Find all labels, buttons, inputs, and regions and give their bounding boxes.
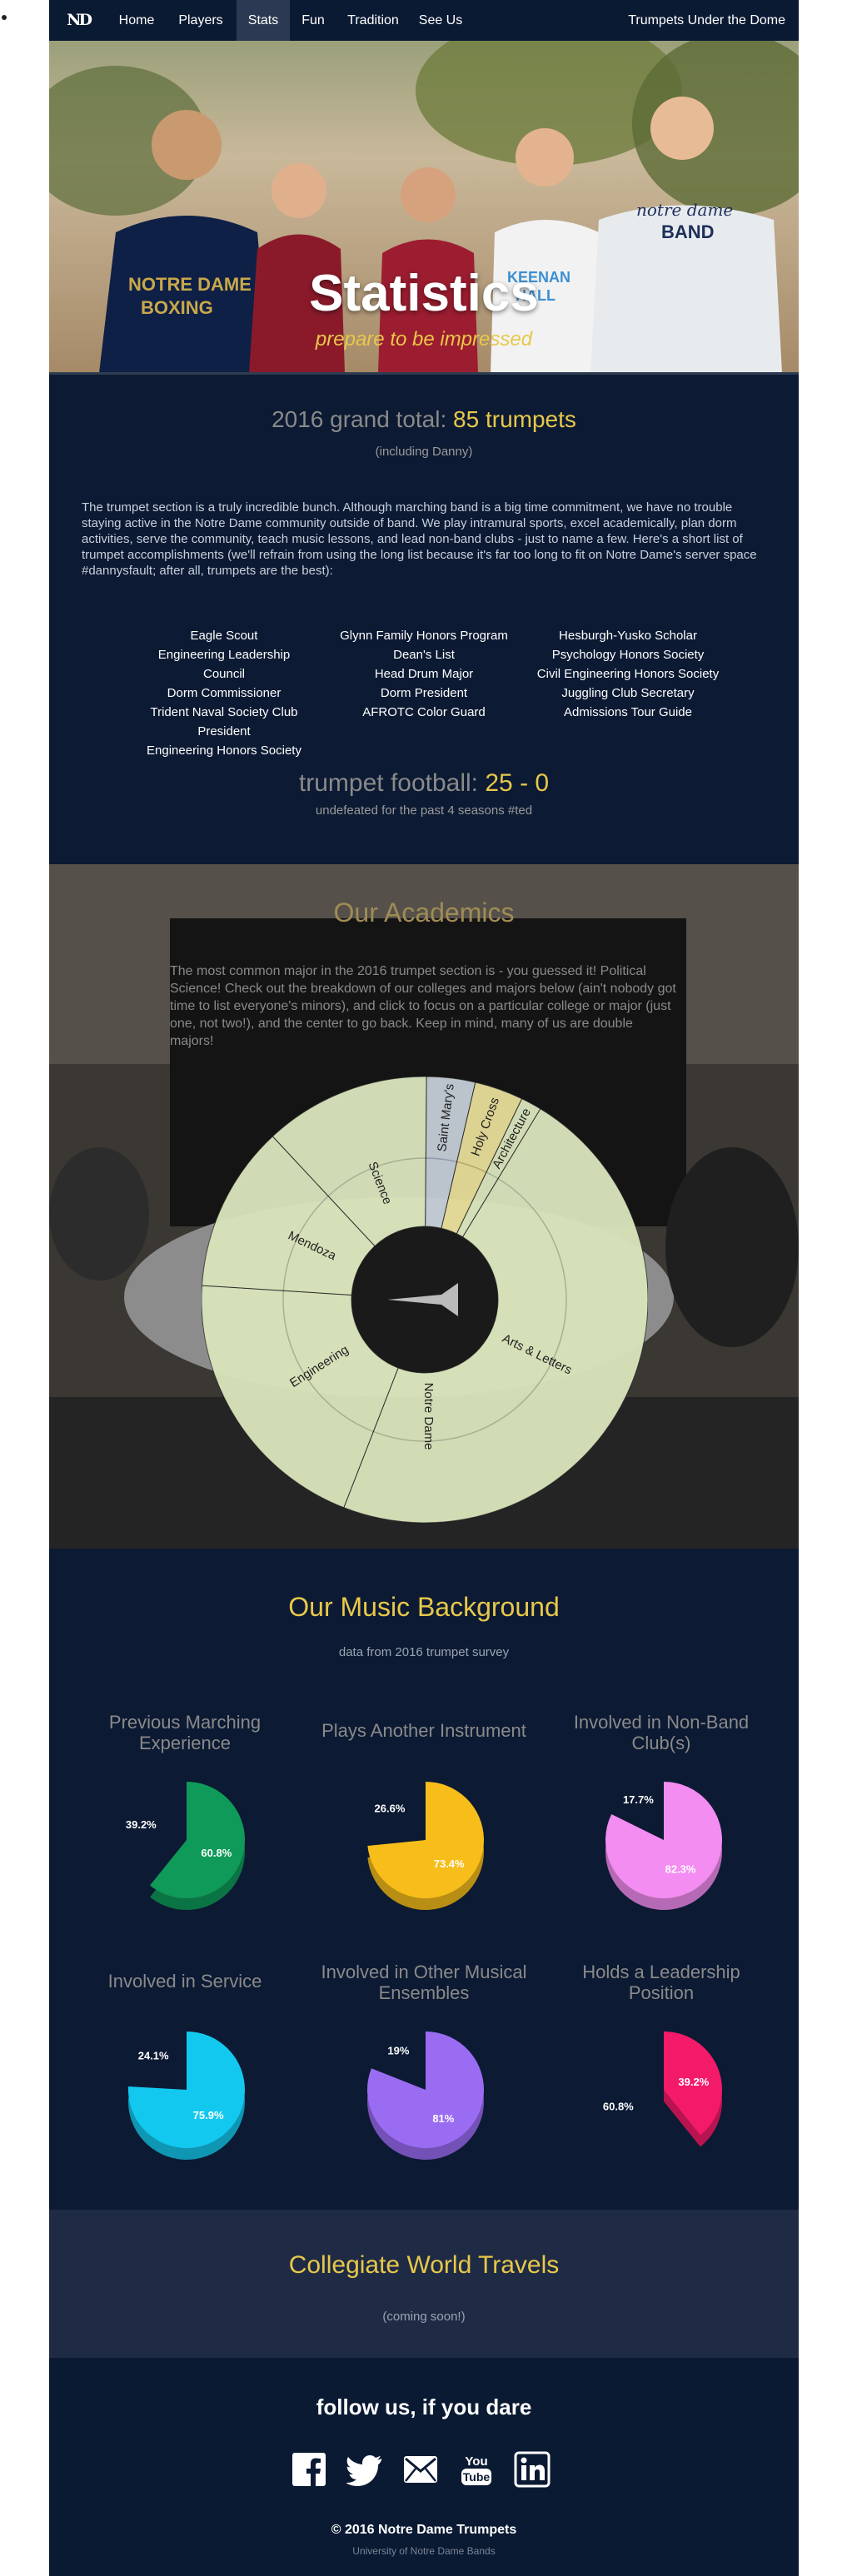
nav-fun[interactable]: Fun <box>291 0 336 41</box>
football-prefix: trumpet football: <box>298 769 486 797</box>
academics-title: Our Academics <box>333 898 515 927</box>
svg-text:BAND: BAND <box>661 221 715 242</box>
nav-tradition[interactable]: Tradition <box>336 0 410 41</box>
music-subtitle: data from 2016 trumpet survey <box>338 1645 510 1659</box>
pie-value-no: 39.2% <box>126 1818 157 1831</box>
nav-players[interactable]: Players <box>166 0 236 41</box>
svg-text:You: You <box>465 2454 487 2469</box>
pie-title: Holds a Leadership Position <box>582 1962 740 2003</box>
nav-see-us[interactable]: See Us <box>411 0 471 41</box>
pie-value-yes: 39.2% <box>678 2076 709 2088</box>
accomplishment: Engineering Honors Society <box>147 743 301 758</box>
stats-paragraph: The trumpet section is a truly incredibl… <box>82 500 757 578</box>
accomplishment: Admissions Tour Guide <box>564 705 692 719</box>
accomplishment: Dorm Commissioner <box>167 686 282 700</box>
svg-text:notre dame: notre dame <box>636 200 733 220</box>
pie-value-no: 26.6% <box>375 1803 406 1815</box>
pie-chart-leadership[interactable]: 39.2% 60.8% <box>593 2027 735 2169</box>
grand-total: 2016 grand total: 85 trumpets <box>49 406 799 433</box>
pie-title: Involved in Other Musical Ensembles <box>321 1962 527 2003</box>
linkedin-icon[interactable] <box>514 2451 551 2488</box>
pie-title: Involved in Service <box>107 1971 262 1992</box>
hero-subtitle: prepare to be impressed <box>315 328 533 351</box>
football-record: trumpet football: 25 - 0 <box>49 769 799 798</box>
accomplishment: Hesburgh-Yusko Scholar <box>559 629 697 643</box>
music-title: Our Music Background <box>288 1592 560 1622</box>
grand-total-prefix: 2016 grand total: <box>272 406 454 432</box>
academics-section: Our Academics The most common major in t… <box>49 864 799 1549</box>
travel-subtitle: (coming soon!) <box>382 2310 466 2324</box>
pie-value-no: 19% <box>387 2044 409 2056</box>
page: ND Home Players Stats Fun Tradition See … <box>49 0 799 2576</box>
pie-value-yes: 73.4% <box>434 1857 465 1870</box>
pie-value-no: 60.8% <box>603 2101 634 2113</box>
pie-chart-ensembles[interactable]: 81% 19% <box>355 2027 496 2169</box>
pie-title: Involved in Non-Band Club(s) <box>573 1712 750 1753</box>
nav-brand[interactable]: Trumpets Under the Dome <box>628 0 785 41</box>
football-note: undefeated for the past 4 seasons #ted <box>315 803 533 818</box>
hero-title: Statistics <box>309 265 539 322</box>
email-icon[interactable] <box>402 2451 439 2488</box>
facebook-icon[interactable] <box>291 2451 327 2488</box>
nd-logo[interactable]: ND <box>66 8 92 32</box>
pie-value-yes: 60.8% <box>201 1847 232 1859</box>
organization-name: University of Notre Dame Bands <box>352 2545 496 2557</box>
svg-text:Tube: Tube <box>463 2470 491 2484</box>
twitter-icon[interactable] <box>346 2451 383 2488</box>
travel-section: Collegiate World Travels (coming soon!) <box>49 2210 799 2358</box>
accomplishment: Civil Engineering Honors Society <box>536 667 720 681</box>
sunburst-root-label: Notre Dame <box>421 1383 436 1450</box>
stats-section: 2016 grand total: 85 trumpets (including… <box>49 375 799 864</box>
cursor-dot <box>2 15 7 20</box>
pie-chart-service[interactable]: 75.9% 24.1% <box>116 2027 257 2169</box>
accomplishment: Eagle Scout <box>190 629 258 643</box>
pie-value-yes: 75.9% <box>193 2109 224 2121</box>
pie-chart-marching[interactable]: 60.8% 39.2% <box>116 1778 257 1919</box>
accomplishment: Juggling Club Secretary <box>561 686 695 700</box>
football-value: 25 - 0 <box>485 769 550 797</box>
pie-value-yes: 82.3% <box>665 1863 696 1876</box>
nav-stats[interactable]: Stats <box>237 0 290 41</box>
copyright: © 2016 Notre Dame Trumpets <box>331 2523 517 2537</box>
accomplishment: AFROTC Color Guard <box>362 705 486 719</box>
footer: follow us, if you dare You Tube © 2016 N… <box>49 2358 799 2576</box>
grand-total-value: 85 trumpets <box>453 406 576 432</box>
majors-sunburst-chart[interactable]: ArchitectureArts & LettersEngineeringMen… <box>202 1077 648 1523</box>
pie-title: Plays Another Instrument <box>321 1720 526 1741</box>
accomplishments-col-2: Glynn Family Honors Program Dean's List … <box>332 626 516 722</box>
accomplishment: Engineering Leadership Council <box>157 648 291 681</box>
music-section: Our Music Background data from 2016 trum… <box>49 1549 799 2210</box>
youtube-icon[interactable]: You Tube <box>458 2451 495 2488</box>
hero-photo: NOTRE DAME BOXING KEENAN HALL notre dame… <box>49 41 799 373</box>
nav-home[interactable]: Home <box>107 0 166 41</box>
pie-slice-yes[interactable] <box>367 2031 484 2148</box>
pie-value-no: 17.7% <box>623 1793 654 1806</box>
pie-value-no: 24.1% <box>138 2049 169 2061</box>
accomplishment: Head Drum Major <box>374 667 474 681</box>
accomplishment: Psychology Honors Society <box>551 648 705 662</box>
accomplishment: Glynn Family Honors Program <box>340 629 508 643</box>
accomplishment: Trident Naval Society Club President <box>150 705 298 738</box>
pie-value-yes: 81% <box>432 2112 454 2125</box>
pie-chart-clubs[interactable]: 82.3% 17.7% <box>593 1778 735 1919</box>
hero-banner: NOTRE DAME BOXING KEENAN HALL notre dame… <box>49 41 799 373</box>
academics-text: The most common major in the 2016 trumpe… <box>170 964 676 1048</box>
navbar: ND Home Players Stats Fun Tradition See … <box>49 0 799 41</box>
pie-title: Previous Marching Experience <box>108 1712 262 1753</box>
accomplishments-col-1: Eagle Scout Engineering Leadership Counc… <box>141 626 307 760</box>
grand-total-note: (including Danny) <box>375 445 473 459</box>
travel-title: Collegiate World Travels <box>288 2251 560 2279</box>
accomplishment: Dean's List <box>393 648 455 662</box>
accomplishment: Dorm President <box>380 686 468 700</box>
follow-heading: follow us, if you dare <box>316 2394 532 2419</box>
pie-chart-instrument[interactable]: 73.4% 26.6% <box>355 1778 496 1919</box>
pie-slice-yes[interactable] <box>367 1782 484 1898</box>
accomplishments-col-3: Hesburgh-Yusko Scholar Psychology Honors… <box>520 626 736 722</box>
